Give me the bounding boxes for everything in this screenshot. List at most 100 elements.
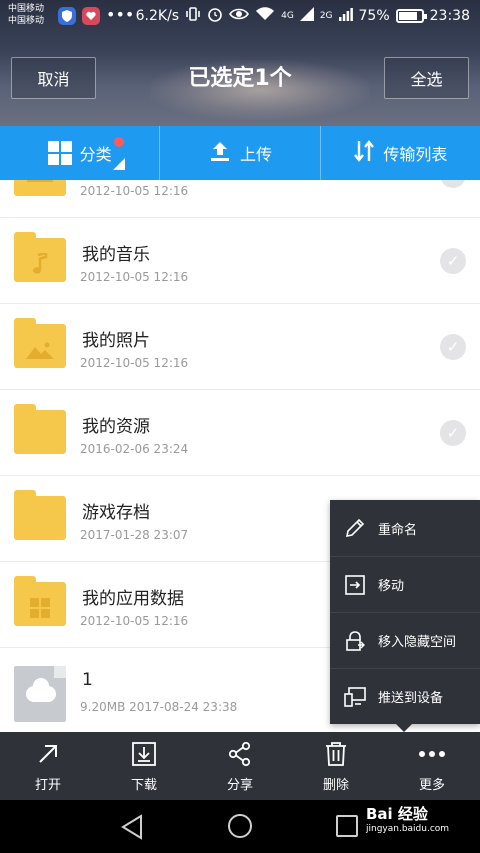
- action-label: 分享: [226, 777, 253, 793]
- select-checkbox[interactable]: ✓: [440, 248, 466, 274]
- trash-icon: [322, 740, 350, 768]
- action-label: 打开: [34, 777, 61, 793]
- carrier-line-1: 中国移动: [8, 4, 45, 14]
- baidu-watermark: Bai 经验 jingyan.baidu.com: [366, 803, 449, 834]
- vibrate-icon: [185, 6, 201, 26]
- tab-bar: 分类 上传 传输列表: [0, 126, 480, 180]
- watermark-brand: Bai 经验: [366, 805, 428, 823]
- heart-app-icon: [82, 7, 100, 25]
- folder-icon: [14, 180, 66, 196]
- wifi-icon: [255, 7, 275, 25]
- list-item[interactable]: 我的音乐 2012-10-05 12:16 ✓: [0, 218, 480, 304]
- action-label: 删除: [322, 777, 349, 793]
- file-meta: 2012-10-05 12:16: [80, 614, 189, 628]
- open-arrow-icon: [34, 740, 62, 768]
- menu-item-rename[interactable]: 重命名: [330, 500, 480, 556]
- move-icon: [342, 572, 368, 598]
- action-label: 下载: [130, 777, 157, 793]
- folder-emblem: [14, 180, 66, 196]
- delete-button[interactable]: 删除: [288, 732, 384, 800]
- file-name: 我的应用数据: [82, 589, 184, 609]
- more-notifications-icon: •••: [106, 5, 135, 24]
- status-right: 6.2K/s 4G 2G 75% 23:38: [136, 6, 470, 26]
- file-name: 我的照片: [82, 331, 150, 351]
- open-button[interactable]: 打开: [0, 732, 96, 800]
- folder-icon: [14, 232, 66, 282]
- photo-mountain-icon: [14, 332, 66, 368]
- pencil-icon: [342, 515, 368, 541]
- network-2g-label: 2G: [319, 11, 333, 21]
- clock: 23:38: [429, 8, 470, 24]
- push-device-icon: [342, 684, 368, 710]
- list-item[interactable]: 2012-10-05 12:16 ✓: [0, 180, 480, 218]
- notification-dot: [114, 137, 124, 147]
- transfer-icon: [353, 139, 375, 167]
- upload-icon: [208, 139, 232, 167]
- file-meta: 2012-10-05 12:16: [80, 356, 189, 370]
- select-all-button[interactable]: 全选: [384, 57, 469, 99]
- list-item[interactable]: 我的照片 2012-10-05 12:16 ✓: [0, 304, 480, 390]
- share-button[interactable]: 分享: [192, 732, 288, 800]
- tab-upload[interactable]: 上传: [159, 126, 319, 180]
- grid-icon: [47, 141, 72, 165]
- file-meta: 2016-02-06 23:24: [80, 442, 189, 456]
- battery-icon: [395, 9, 427, 23]
- more-icon: [418, 740, 446, 768]
- battery-percent: 75%: [358, 8, 390, 24]
- eye-icon: [229, 7, 250, 25]
- file-name: 我的音乐: [82, 245, 150, 265]
- alarm-icon: [207, 6, 223, 26]
- tab-category[interactable]: 分类: [0, 126, 159, 180]
- signal-4g-icon: [299, 7, 314, 25]
- shield-app-icon: [58, 7, 76, 25]
- download-icon: [130, 740, 158, 768]
- file-name: 1: [82, 670, 93, 690]
- select-checkbox[interactable]: ✓: [440, 180, 466, 188]
- list-item[interactable]: 我的资源 2016-02-06 23:24 ✓: [0, 390, 480, 476]
- share-icon: [226, 740, 254, 768]
- file-meta: 2012-10-05 12:16: [80, 184, 189, 198]
- tab-transfer-list[interactable]: 传输列表: [319, 126, 480, 180]
- network-speed: 6.2K/s: [135, 8, 180, 24]
- music-note-icon: [14, 246, 66, 282]
- tab-category-label: 分类: [79, 145, 112, 164]
- file-meta: 2012-10-05 12:16: [80, 270, 189, 284]
- tab-transfer-label: 传输列表: [383, 145, 448, 164]
- menu-item-move[interactable]: 移动: [330, 556, 480, 612]
- action-bar: 打开 下载 分享 删除 更多: [0, 732, 480, 800]
- recent-apps-icon[interactable]: [336, 815, 358, 837]
- file-meta: 9.20MB 2017-08-24 23:38: [80, 700, 238, 714]
- file-name: 我的资源: [82, 417, 150, 437]
- menu-item-label: 移入隐藏空间: [378, 635, 457, 650]
- header: 中国移动 中国移动 ••• 6.2K/s 4G 2G 75% 23:38 取消 …: [0, 0, 480, 126]
- hidden-lock-icon: [342, 628, 368, 654]
- folder-icon: [14, 490, 66, 540]
- folder-icon: [14, 318, 66, 368]
- more-popup-menu: 重命名 移动 移入隐藏空间 推送到设备: [330, 500, 480, 732]
- dropdown-corner-icon: [113, 158, 125, 170]
- menu-item-label: 重命名: [378, 522, 418, 538]
- select-checkbox[interactable]: ✓: [440, 334, 466, 360]
- tab-upload-label: 上传: [239, 145, 272, 164]
- menu-item-hide[interactable]: 移入隐藏空间: [330, 612, 480, 668]
- select-checkbox[interactable]: ✓: [440, 420, 466, 446]
- notification-icons: •••: [58, 7, 134, 25]
- folder-icon: [14, 404, 66, 454]
- status-bar: 中国移动 中国移动 ••• 6.2K/s 4G 2G 75% 23:38: [0, 0, 480, 34]
- apps-grid-icon: [14, 590, 66, 626]
- menu-item-label: 推送到设备: [378, 691, 444, 706]
- file-meta: 2017-01-28 23:07: [80, 528, 189, 542]
- download-button[interactable]: 下载: [96, 732, 192, 800]
- folder-icon: [14, 576, 66, 626]
- back-triangle-icon[interactable]: [120, 814, 144, 844]
- menu-item-push-device[interactable]: 推送到设备: [330, 668, 480, 724]
- more-button[interactable]: 更多: [384, 732, 480, 800]
- home-circle-icon[interactable]: [228, 814, 252, 838]
- cloud-file-icon: [14, 666, 66, 722]
- carrier-label: 中国移动 中国移动: [8, 3, 44, 27]
- cancel-button[interactable]: 取消: [11, 57, 96, 99]
- network-4g-label: 4G: [281, 11, 294, 21]
- action-label: 更多: [418, 777, 445, 793]
- menu-item-label: 移动: [378, 579, 405, 594]
- carrier-line-2: 中国移动: [8, 16, 45, 26]
